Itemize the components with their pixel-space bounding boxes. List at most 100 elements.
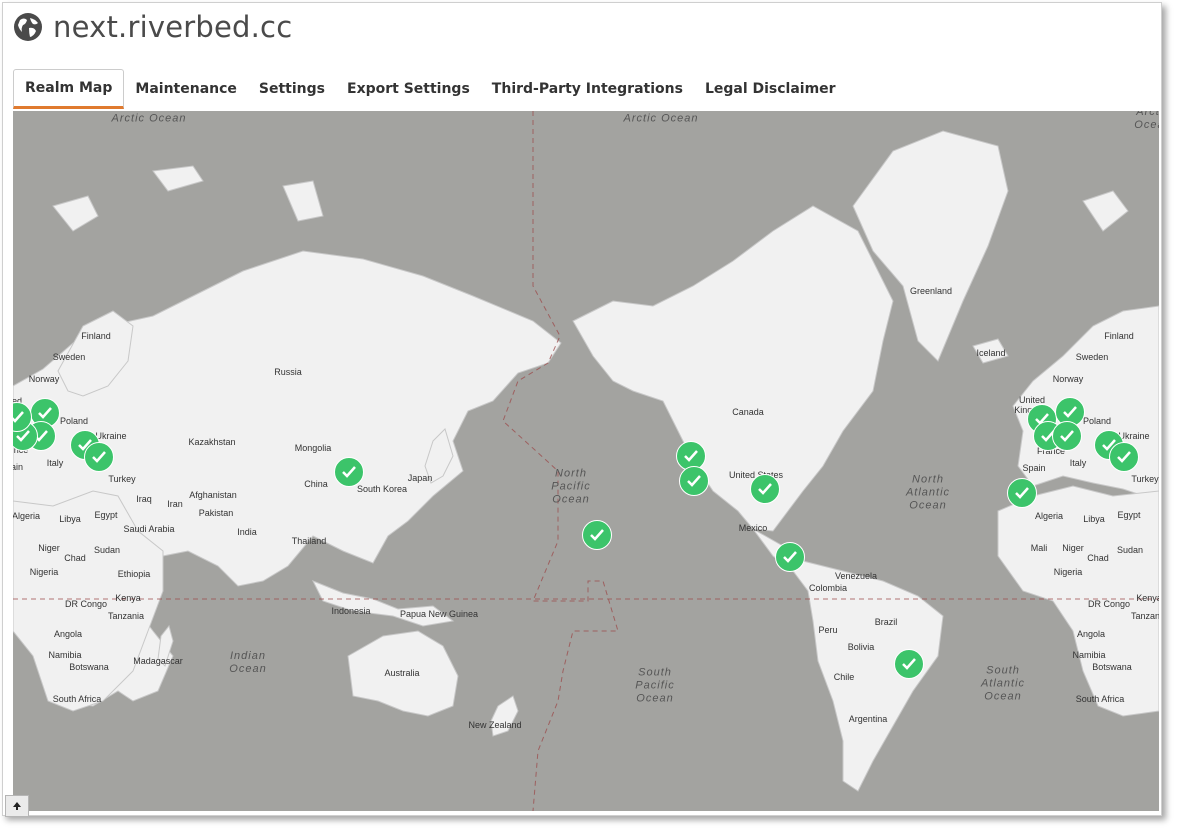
place-label: Chad <box>1087 553 1109 563</box>
tab-export-settings[interactable]: Export Settings <box>336 69 481 109</box>
realm-marker[interactable] <box>1007 478 1037 508</box>
place-label: Niger <box>38 543 60 553</box>
place-label: Kenya <box>115 593 141 603</box>
place-label: Afghanistan <box>189 490 237 500</box>
check-icon <box>687 475 701 487</box>
realm-marker[interactable] <box>1109 442 1139 472</box>
ocean-label: Arctic Ocean <box>111 112 187 125</box>
realm-marker[interactable] <box>894 649 924 679</box>
tab-bar: Realm Map Maintenance Settings Export Se… <box>13 69 847 109</box>
place-label: Iran <box>167 499 183 509</box>
tab-third-party-integrations[interactable]: Third-Party Integrations <box>481 69 694 109</box>
ocean-label: Arctic Ocean <box>623 112 699 125</box>
place-label: Angola <box>1076 629 1106 639</box>
place-label: Mongolia <box>294 443 332 453</box>
arrow-up-icon <box>13 802 21 810</box>
place-label: Libya <box>59 514 81 524</box>
place-label: Poland <box>59 416 89 426</box>
check-icon <box>902 658 916 670</box>
place-label: Kazakhstan <box>188 437 236 447</box>
globe-icon <box>14 13 42 41</box>
place-label: Mali <box>1030 543 1048 553</box>
place-label: Finland <box>81 331 111 341</box>
tab-label: Third-Party Integrations <box>491 81 683 97</box>
place-label: China <box>304 479 328 489</box>
place-label: DR Congo <box>1087 599 1131 609</box>
realm-marker[interactable] <box>582 520 612 550</box>
place-label: Russia <box>274 367 302 377</box>
place-label: DR Congo <box>64 599 108 609</box>
place-label: Algeria <box>13 511 41 521</box>
place-label: Greenland <box>909 286 953 296</box>
place-label: Libya <box>1083 514 1105 524</box>
place-label: Norway <box>28 374 60 384</box>
place-label: Namibia <box>1072 650 1106 660</box>
place-label: Italy <box>46 458 64 468</box>
place-label: Turkey <box>1131 474 1159 484</box>
place-label: South Korea <box>356 484 408 494</box>
realm-marker[interactable] <box>1052 421 1082 451</box>
scroll-top-button[interactable] <box>5 795 29 817</box>
place-label: Chad <box>64 553 86 563</box>
realm-marker[interactable] <box>334 457 364 487</box>
place-label: Madagascar <box>133 656 183 666</box>
check-icon <box>1117 451 1131 463</box>
place-label: Tanzania <box>107 611 145 621</box>
check-icon <box>13 411 24 423</box>
realm-marker[interactable] <box>84 442 114 472</box>
place-label: Canada <box>732 407 764 417</box>
place-label: Sweden <box>1075 352 1109 362</box>
place-label: Colombia <box>808 583 848 593</box>
place-label: Iraq <box>136 494 152 504</box>
place-label: Poland <box>1082 416 1112 426</box>
place-label: Nigeria <box>29 567 59 577</box>
ocean-label: South Pacific Ocean <box>635 666 675 705</box>
ocean-label: Indian Ocean <box>229 650 267 675</box>
page-title: next.riverbed.cc <box>53 10 293 44</box>
place-label: Spain <box>1022 463 1046 473</box>
tab-legal-disclaimer[interactable]: Legal Disclaimer <box>694 69 847 109</box>
place-label: Japan <box>407 473 433 483</box>
realm-map[interactable]: Arctic Ocean Arctic Ocean Arctic Ocean N… <box>13 111 1159 811</box>
realm-marker[interactable] <box>775 542 805 572</box>
tab-label: Settings <box>258 81 325 97</box>
place-label: Ethiopia <box>117 569 151 579</box>
place-label: Botswana <box>69 662 109 672</box>
place-label: Niger <box>1062 543 1084 553</box>
check-icon <box>1015 487 1029 499</box>
place-label: Argentina <box>848 714 888 724</box>
place-label: Angola <box>53 629 83 639</box>
place-label: Namibia <box>48 650 82 660</box>
tab-maintenance[interactable]: Maintenance <box>124 69 248 109</box>
place-label: Saudi Arabia <box>123 524 175 534</box>
tab-label: Maintenance <box>135 81 237 97</box>
place-label: Norway <box>1052 374 1084 384</box>
place-label: Italy <box>1069 458 1087 468</box>
tab-realm-map[interactable]: Realm Map <box>13 69 125 109</box>
place-label: Finland <box>1104 331 1134 341</box>
place-label: Australia <box>384 668 420 678</box>
place-label: Egypt <box>94 510 118 520</box>
place-label: South Africa <box>1075 694 1125 704</box>
place-label: India <box>237 527 257 537</box>
place-label: Peru <box>818 625 838 635</box>
check-icon <box>758 483 772 495</box>
place-label: Venezuela <box>834 571 878 581</box>
place-label: Turkey <box>108 474 136 484</box>
map-land-layer <box>13 111 1159 811</box>
realm-marker[interactable] <box>679 466 709 496</box>
place-label: Sudan <box>93 545 121 555</box>
place-label: Papua New Guinea <box>399 609 479 619</box>
place-label: Indonesia <box>331 606 371 616</box>
ocean-label: Arctic Ocean <box>1134 111 1159 131</box>
place-label: South Africa <box>52 694 102 704</box>
tab-settings[interactable]: Settings <box>248 69 336 109</box>
place-label: Algeria <box>1034 511 1064 521</box>
place-label: Mexico <box>738 523 768 533</box>
check-icon <box>783 551 797 563</box>
place-label: Chile <box>833 672 855 682</box>
realm-marker[interactable] <box>750 474 780 504</box>
place-label: Nigeria <box>1053 567 1083 577</box>
place-label: Bolivia <box>847 642 875 652</box>
check-icon <box>684 450 698 462</box>
